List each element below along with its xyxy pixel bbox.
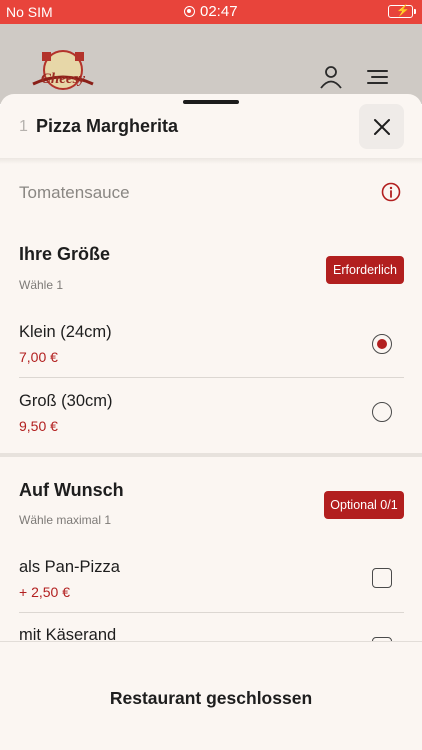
logo-text: Cheesy [41, 71, 86, 87]
status-bar: No SIM 02:47 ⚡ [0, 0, 422, 24]
app-header: Cheesy [0, 24, 422, 104]
close-button[interactable] [359, 104, 404, 149]
option-name: Groß (30cm) [19, 392, 113, 410]
product-title: Pizza Margherita [36, 116, 179, 136]
restaurant-closed-label: Restaurant geschlossen [109, 688, 313, 708]
time-label: 02:47 [200, 3, 238, 20]
required-badge: Erforderlich [326, 256, 404, 284]
product-description: Tomatensauce [19, 183, 130, 202]
checkbox-pan-pizza[interactable] [372, 568, 392, 588]
battery-icon: ⚡ [388, 5, 416, 18]
charging-icon: ⚡ [396, 5, 410, 17]
carrier-label: No SIM [6, 4, 53, 20]
section-separator [0, 453, 422, 457]
sheet-header: 1 Pizza Margherita [0, 104, 422, 158]
option-price: 9,50 € [19, 418, 58, 434]
size-group-title: Ihre Größe [19, 244, 111, 264]
size-group-subtitle: Wähle 1 [19, 278, 64, 292]
divider [19, 612, 404, 613]
header-shadow [0, 158, 422, 164]
optional-badge: Optional 0/1 [324, 491, 404, 519]
user-icon[interactable] [318, 64, 344, 90]
divider [19, 377, 404, 378]
clock: 02:47 [184, 3, 238, 20]
sheet-grabber[interactable] [183, 100, 239, 104]
item-quantity: 1 [19, 118, 28, 135]
info-icon[interactable] [381, 182, 401, 202]
extras-group-subtitle: Wähle maximal 1 [19, 513, 112, 527]
option-price: 7,00 € [19, 349, 58, 365]
screen-recording-icon [184, 6, 195, 17]
restaurant-logo[interactable]: Cheesy [28, 50, 98, 100]
product-sheet: 1 Pizza Margherita Tomatensauce Ihre Grö… [0, 94, 422, 750]
option-name: als Pan-Pizza [19, 558, 120, 576]
menu-icon[interactable] [364, 64, 390, 90]
radio-large[interactable] [372, 402, 392, 422]
option-price: + 2,50 € [19, 584, 70, 600]
sheet-footer: Restaurant geschlossen [0, 641, 422, 750]
option-name: Klein (24cm) [19, 323, 112, 341]
close-icon [373, 118, 390, 135]
extras-group-title: Auf Wunsch [19, 480, 124, 500]
radio-small[interactable] [372, 334, 392, 354]
